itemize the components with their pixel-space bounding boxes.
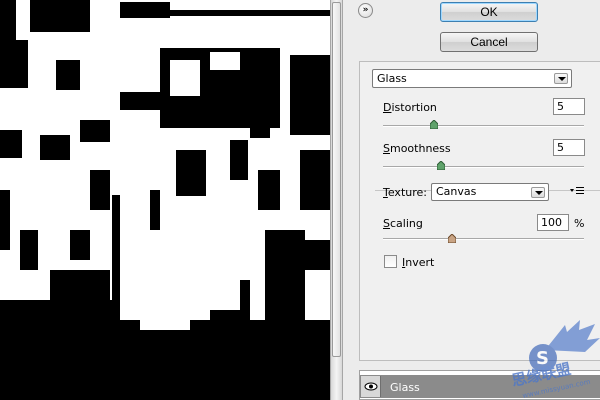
smoothness-slider-handle[interactable] [437, 161, 445, 170]
filter-preview[interactable] [0, 0, 330, 400]
ok-button[interactable]: OK [440, 2, 538, 22]
scaling-input[interactable]: 100 [537, 214, 569, 231]
eye-icon[interactable] [361, 376, 381, 397]
smoothness-slider-track[interactable] [383, 166, 584, 168]
chevron-down-icon [531, 187, 545, 198]
distortion-input[interactable]: 5 [553, 98, 585, 115]
distortion-slider-track[interactable] [383, 125, 584, 127]
smoothness-label: Smoothness [383, 142, 451, 155]
watermark-logo: S 思缘联盟 www.missyuan.com [505, 320, 600, 400]
filter-select[interactable]: Glass [372, 69, 572, 88]
filter-select-value: Glass [377, 72, 407, 85]
preview-scrollbar[interactable] [330, 0, 343, 400]
texture-select-value: Canvas [436, 185, 477, 198]
preview-image [0, 0, 330, 400]
scaling-unit: % [574, 217, 585, 230]
scaling-slider-track[interactable] [383, 238, 584, 240]
scaling-label: Scaling [383, 217, 423, 230]
texture-select[interactable]: Canvas [431, 183, 549, 201]
effect-layer-name: Glass [390, 381, 420, 394]
scaling-slider-handle[interactable] [448, 234, 456, 243]
cancel-button[interactable]: Cancel [440, 32, 538, 52]
distortion-slider-handle[interactable] [430, 120, 438, 129]
smoothness-input[interactable]: 5 [553, 139, 585, 156]
invert-checkbox[interactable] [384, 255, 397, 268]
panel-menu-icon[interactable] [570, 186, 584, 196]
invert-label: Invert [402, 256, 435, 269]
double-chevron-icon[interactable]: » [358, 3, 373, 18]
scrollbar-thumb[interactable] [332, 2, 341, 357]
distortion-label: Distortion [383, 101, 437, 114]
chevron-down-icon [554, 73, 568, 84]
texture-label: Texture: [383, 186, 427, 199]
